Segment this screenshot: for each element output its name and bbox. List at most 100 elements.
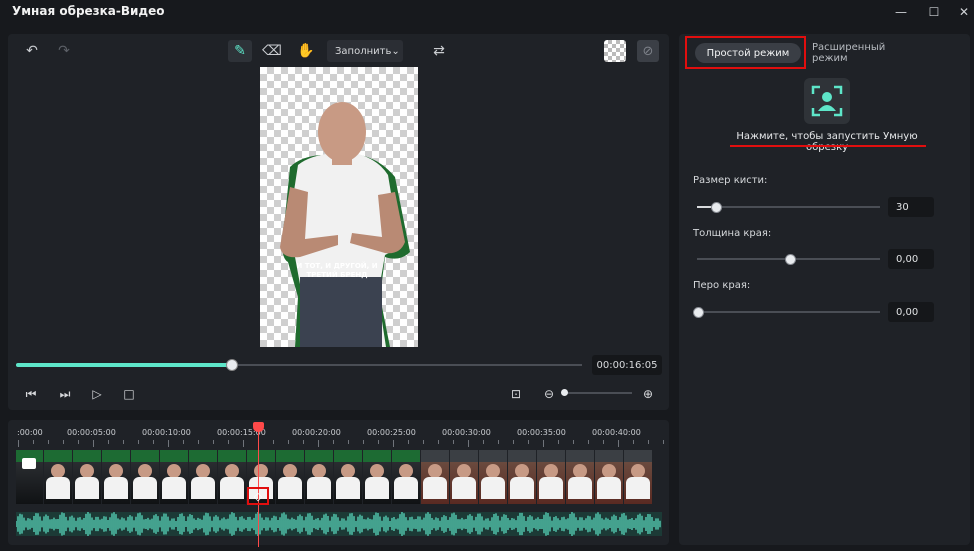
keyframe-icon[interactable]: ◇ xyxy=(247,487,269,505)
prev-frame-icon[interactable]: ⏮ xyxy=(20,384,42,404)
undo-icon[interactable]: ↶ xyxy=(20,40,44,62)
video-track[interactable] xyxy=(16,450,662,504)
timeline-frame xyxy=(334,450,362,504)
ruler-tick xyxy=(558,440,559,444)
play-icon[interactable]: ▷ xyxy=(86,384,108,404)
ruler-tick xyxy=(408,440,409,444)
smart-cutout-hint[interactable]: Нажмите, чтобы запустить Умную обрезку xyxy=(720,131,934,153)
zoom-handle[interactable] xyxy=(561,389,568,396)
audio-track[interactable] xyxy=(15,512,662,536)
timeline-frame xyxy=(160,450,188,504)
ruler-label: :00:00 xyxy=(17,428,43,437)
ruler-tick xyxy=(333,440,334,444)
brush-size-slider[interactable] xyxy=(697,206,880,208)
ruler-tick xyxy=(138,440,139,444)
edge-feather-value[interactable]: 0,00 xyxy=(888,302,934,322)
hand-icon[interactable]: ✋ xyxy=(294,40,318,62)
ruler-tick xyxy=(498,440,499,444)
minimize-button[interactable]: — xyxy=(884,0,918,24)
ruler-tick xyxy=(528,440,529,444)
stop-icon[interactable]: □ xyxy=(118,384,140,404)
highlight-box xyxy=(685,36,806,69)
ruler-tick xyxy=(543,440,544,447)
timeline-frame xyxy=(102,450,130,504)
ruler-tick xyxy=(213,440,214,444)
ruler-tick xyxy=(33,440,34,444)
ruler-tick xyxy=(123,440,124,444)
fill-dropdown[interactable]: Заполнить ⌄ xyxy=(327,40,403,62)
ruler-tick xyxy=(228,440,229,444)
edge-feather-slider[interactable] xyxy=(697,311,880,313)
zoom-out-icon[interactable]: ⊖ xyxy=(538,384,560,404)
ruler-tick xyxy=(63,440,64,444)
disable-icon[interactable]: ⊘ xyxy=(637,40,659,62)
fill-dropdown-label: Заполнить xyxy=(335,45,392,57)
progress-handle[interactable] xyxy=(226,359,239,371)
zoom-in-icon[interactable]: ⊕ xyxy=(637,384,659,404)
transparent-background-button[interactable] xyxy=(604,40,626,62)
timeline-frame xyxy=(537,450,565,504)
swap-icon[interactable]: ⇄ xyxy=(427,40,451,62)
next-frame-icon[interactable]: ⏭ xyxy=(54,384,76,404)
ruler-tick xyxy=(573,440,574,444)
timeline-frame xyxy=(73,450,101,504)
zoom-slider[interactable] xyxy=(562,392,632,394)
edge-thickness-handle[interactable] xyxy=(784,254,796,265)
ruler-tick xyxy=(288,440,289,444)
redo-icon[interactable]: ↷ xyxy=(52,40,76,62)
brush-size-label: Размер кисти: xyxy=(693,175,768,186)
ruler-label: 00:00:05:00 xyxy=(67,428,116,437)
ruler-tick xyxy=(18,440,19,447)
edge-feather-handle[interactable] xyxy=(693,307,704,318)
ruler-tick xyxy=(378,440,379,444)
timeline-frame xyxy=(479,450,507,504)
ruler-tick xyxy=(183,440,184,444)
timeline-frame xyxy=(392,450,420,504)
close-button[interactable]: ✕ xyxy=(947,0,974,24)
ruler-tick xyxy=(633,440,634,444)
ruler-tick xyxy=(588,440,589,444)
maximize-button[interactable]: ☐ xyxy=(917,0,951,24)
ruler-tick xyxy=(318,440,319,447)
eraser-icon[interactable]: ⌫ xyxy=(260,40,284,62)
ruler-tick xyxy=(468,440,469,447)
ruler-label: 00:00:20:00 xyxy=(292,428,341,437)
timeline-frame xyxy=(421,450,449,504)
ruler-tick xyxy=(153,440,154,444)
timeline-frame xyxy=(305,450,333,504)
smart-brush-icon[interactable]: ✎ xyxy=(228,40,252,62)
ruler-tick xyxy=(453,440,454,444)
playhead-handle[interactable] xyxy=(253,422,264,432)
brush-size-value[interactable]: 30 xyxy=(888,197,934,217)
ruler-tick xyxy=(198,440,199,444)
ruler-tick xyxy=(48,440,49,444)
fit-icon[interactable]: ⊡ xyxy=(505,384,527,404)
timeline-frame xyxy=(131,450,159,504)
preview-canvas[interactable] xyxy=(260,67,418,347)
edge-feather-label: Перо края: xyxy=(693,280,751,291)
timeline-frame xyxy=(16,450,43,504)
video-caption: И ТОТ, И ДРУГОЙ, И ТРЕТИЙ БРЕНД xyxy=(296,262,378,279)
timeline-frame xyxy=(450,450,478,504)
chevron-down-icon: ⌄ xyxy=(391,45,400,57)
timeline-frame xyxy=(363,450,391,504)
ruler-label: 00:00:30:00 xyxy=(442,428,491,437)
tab-advanced-mode[interactable]: Расширенный режим xyxy=(812,42,922,64)
ruler-tick xyxy=(363,440,364,444)
timeline-frame xyxy=(276,450,304,504)
ruler-tick xyxy=(423,440,424,444)
ruler-label: 00:00:25:00 xyxy=(367,428,416,437)
ruler-tick xyxy=(168,440,169,447)
ruler-tick xyxy=(663,440,664,444)
progress-fill xyxy=(16,363,232,367)
timeline-frame xyxy=(44,450,72,504)
timeline-frame xyxy=(508,450,536,504)
ruler-tick xyxy=(648,440,649,444)
smart-cutout-button[interactable] xyxy=(804,78,850,124)
timeline-frame xyxy=(595,450,623,504)
ruler-tick xyxy=(93,440,94,447)
ruler-tick xyxy=(273,440,274,444)
waveform-path xyxy=(15,512,661,536)
edge-thickness-value[interactable]: 0,00 xyxy=(888,249,934,269)
ruler-tick xyxy=(603,440,604,444)
